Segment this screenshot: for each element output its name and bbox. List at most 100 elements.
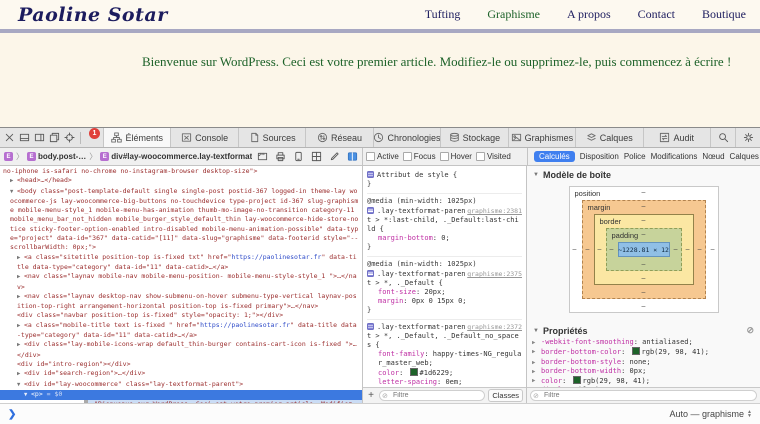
- box-model-padding[interactable]: padding ~1228.81 × 12 ––––: [606, 228, 682, 271]
- properties-filter-icon[interactable]: ⊘: [746, 325, 754, 336]
- tab-console[interactable]: Console: [170, 128, 237, 147]
- dock-bottom-button[interactable]: [18, 131, 31, 145]
- dom-node[interactable]: ▶<a class="mobile-title text is-fixed " …: [0, 321, 362, 341]
- expand-arrow-icon[interactable]: ▶: [532, 339, 535, 347]
- styles-filter-input[interactable]: [379, 390, 485, 401]
- stylesheet-source-link[interactable]: graphisme:2375: [467, 270, 522, 279]
- tab-timelines[interactable]: Chronologies: [373, 128, 440, 147]
- expand-arrow-icon[interactable]: ▶: [532, 368, 535, 376]
- tab-network[interactable]: Réseau: [305, 128, 372, 147]
- box-model-value[interactable]: –: [642, 303, 646, 310]
- box-model-value[interactable]: –: [642, 275, 646, 282]
- console-prompt[interactable]: ❯: [8, 409, 16, 420]
- expand-arrow-icon[interactable]: ▶: [532, 377, 535, 386]
- dom-node[interactable]: ▶<a class="sitetitle position-top is-fix…: [0, 253, 362, 273]
- box-model-position[interactable]: position margin border padding ~1228.81 …: [569, 186, 719, 313]
- inspect-mode-icon[interactable]: [346, 151, 358, 163]
- box-model-value[interactable]: –: [642, 203, 646, 210]
- properties-header[interactable]: ▼ Propriétés ⊘: [527, 321, 760, 338]
- element-picker-button[interactable]: [63, 131, 76, 145]
- dom-node[interactable]: ▶<head>…</head>: [0, 176, 362, 186]
- dom-node[interactable]: ▼<body class="post-template-default sing…: [0, 187, 362, 253]
- color-swatch[interactable]: [410, 368, 418, 376]
- dock-side-button[interactable]: [33, 131, 46, 145]
- computed-property[interactable]: ▶border-bottom-color: rgb(29, 98, 41);: [527, 347, 760, 357]
- dom-node[interactable]: ▶<div id="search-region">…</div>: [0, 369, 362, 379]
- nav-link-a-propos[interactable]: A propos: [567, 7, 611, 22]
- css-property[interactable]: font-size: 20px;: [367, 288, 522, 297]
- add-rule-button[interactable]: +: [366, 391, 376, 401]
- search-button[interactable]: [710, 128, 735, 147]
- box-model-value[interactable]: –: [642, 231, 646, 238]
- device-mode-icon[interactable]: [292, 151, 304, 163]
- dom-node[interactable]: <div id="intro-region"></div>: [0, 360, 362, 369]
- tab-sources[interactable]: Sources: [238, 128, 305, 147]
- expand-arrow-icon[interactable]: ▶: [10, 177, 17, 186]
- sidebar-tab-nœud[interactable]: Nœud: [702, 152, 724, 161]
- box-model-value[interactable]: –: [642, 289, 646, 296]
- tab-graphics[interactable]: Graphismes: [508, 128, 575, 147]
- box-model-value[interactable]: –: [610, 246, 614, 253]
- rule-selector[interactable]: Attribut de style {: [367, 171, 522, 180]
- pseudo-checkbox-visited[interactable]: Visited: [476, 152, 511, 161]
- stylesheet-source-link[interactable]: graphisme:2372: [467, 323, 522, 332]
- box-model-value[interactable]: –: [598, 246, 602, 253]
- expand-arrow-icon[interactable]: ▶: [17, 293, 24, 302]
- nav-link-tufting[interactable]: Tufting: [425, 7, 461, 22]
- computed-property[interactable]: ▶border-bottom-width: 0px;: [527, 367, 760, 376]
- expand-arrow-icon[interactable]: ▶: [17, 322, 24, 331]
- edit-html-icon[interactable]: [328, 151, 340, 163]
- expand-arrow-icon[interactable]: ▶: [532, 359, 535, 367]
- box-model-value[interactable]: –: [586, 246, 590, 253]
- dom-node-selected[interactable]: ▼<p> = $0: [0, 390, 362, 400]
- color-swatch[interactable]: [632, 347, 640, 355]
- box-model-margin[interactable]: margin border padding ~1228.81 × 12 ––––…: [582, 200, 706, 299]
- rule-selector[interactable]: graphisme:2375.lay-textformat-parent > *…: [367, 270, 522, 288]
- expand-arrow-icon[interactable]: ▶: [532, 348, 535, 357]
- breadcrumb-item[interactable]: E: [4, 152, 13, 161]
- box-model-value[interactable]: –: [642, 261, 646, 268]
- box-model-value[interactable]: –: [642, 189, 646, 196]
- dom-node[interactable]: ▶<nav class="laynav mobile-nav mobile-me…: [0, 272, 362, 292]
- dom-node[interactable]: no-iphone is-safari no-chrome no-instagr…: [0, 167, 362, 176]
- expand-arrow-icon[interactable]: ▼: [17, 381, 24, 390]
- expand-arrow-icon[interactable]: ▼: [24, 391, 31, 400]
- box-model-value[interactable]: –: [711, 246, 715, 253]
- nav-link-contact[interactable]: Contact: [638, 7, 675, 22]
- tab-audit[interactable]: Audit: [643, 128, 710, 147]
- sidebar-tab-modifications[interactable]: Modifications: [651, 152, 698, 161]
- expand-arrow-icon[interactable]: ▶: [17, 254, 24, 263]
- expand-arrow-icon[interactable]: ▶: [17, 370, 24, 379]
- box-model-value[interactable]: –: [573, 246, 577, 253]
- box-model-border[interactable]: border padding ~1228.81 × 12 –––– ––––: [594, 214, 694, 285]
- box-model-value[interactable]: –: [674, 246, 678, 253]
- expand-arrow-icon[interactable]: ▶: [17, 273, 24, 282]
- box-model-value[interactable]: –: [698, 246, 702, 253]
- grid-overlay-icon[interactable]: [310, 151, 322, 163]
- css-property[interactable]: letter-spacing: 0em;: [367, 378, 522, 387]
- rule-selector[interactable]: graphisme:2381.lay-textformat-parent > *…: [367, 207, 522, 234]
- dom-node[interactable]: <div class="navbar position-top is-fixed…: [0, 311, 362, 320]
- css-property[interactable]: font-family: happy-times-NG_regular_mast…: [367, 350, 522, 368]
- pseudo-checkbox-hover[interactable]: Hover: [440, 152, 472, 161]
- css-property[interactable]: margin: 0px 0 15px 0;: [367, 297, 522, 306]
- breadcrumb-item[interactable]: Ebody.post-…: [27, 152, 86, 161]
- expand-arrow-icon[interactable]: ▶: [17, 341, 24, 350]
- print-emulation-icon[interactable]: [274, 151, 286, 163]
- sidebar-tab-calques[interactable]: Calques: [730, 152, 759, 161]
- box-model-header[interactable]: ▼ Modèle de boîte: [527, 166, 760, 182]
- close-button[interactable]: [3, 131, 16, 145]
- error-badge[interactable]: 1: [89, 128, 100, 139]
- computed-property[interactable]: ▶border-bottom-style: none;: [527, 358, 760, 367]
- box-model-value[interactable]: –: [642, 217, 646, 224]
- computed-property[interactable]: ▶-webkit-font-smoothing: antialiased;: [527, 338, 760, 347]
- execution-context-select[interactable]: Auto — graphisme ▲▼: [670, 409, 753, 419]
- pseudo-checkbox-active[interactable]: Active: [366, 152, 399, 161]
- tab-storage[interactable]: Stockage: [440, 128, 507, 147]
- detach-window-button[interactable]: [48, 131, 61, 145]
- rulers-icon[interactable]: [256, 151, 268, 163]
- dom-node[interactable]: ▶<div class="lay-mobile-icons-wrap defau…: [0, 340, 362, 360]
- computed-filter-input[interactable]: [530, 390, 757, 401]
- nav-link-boutique[interactable]: Boutique: [702, 7, 746, 22]
- rule-selector[interactable]: graphisme:2372.lay-textformat-parent > *…: [367, 323, 522, 350]
